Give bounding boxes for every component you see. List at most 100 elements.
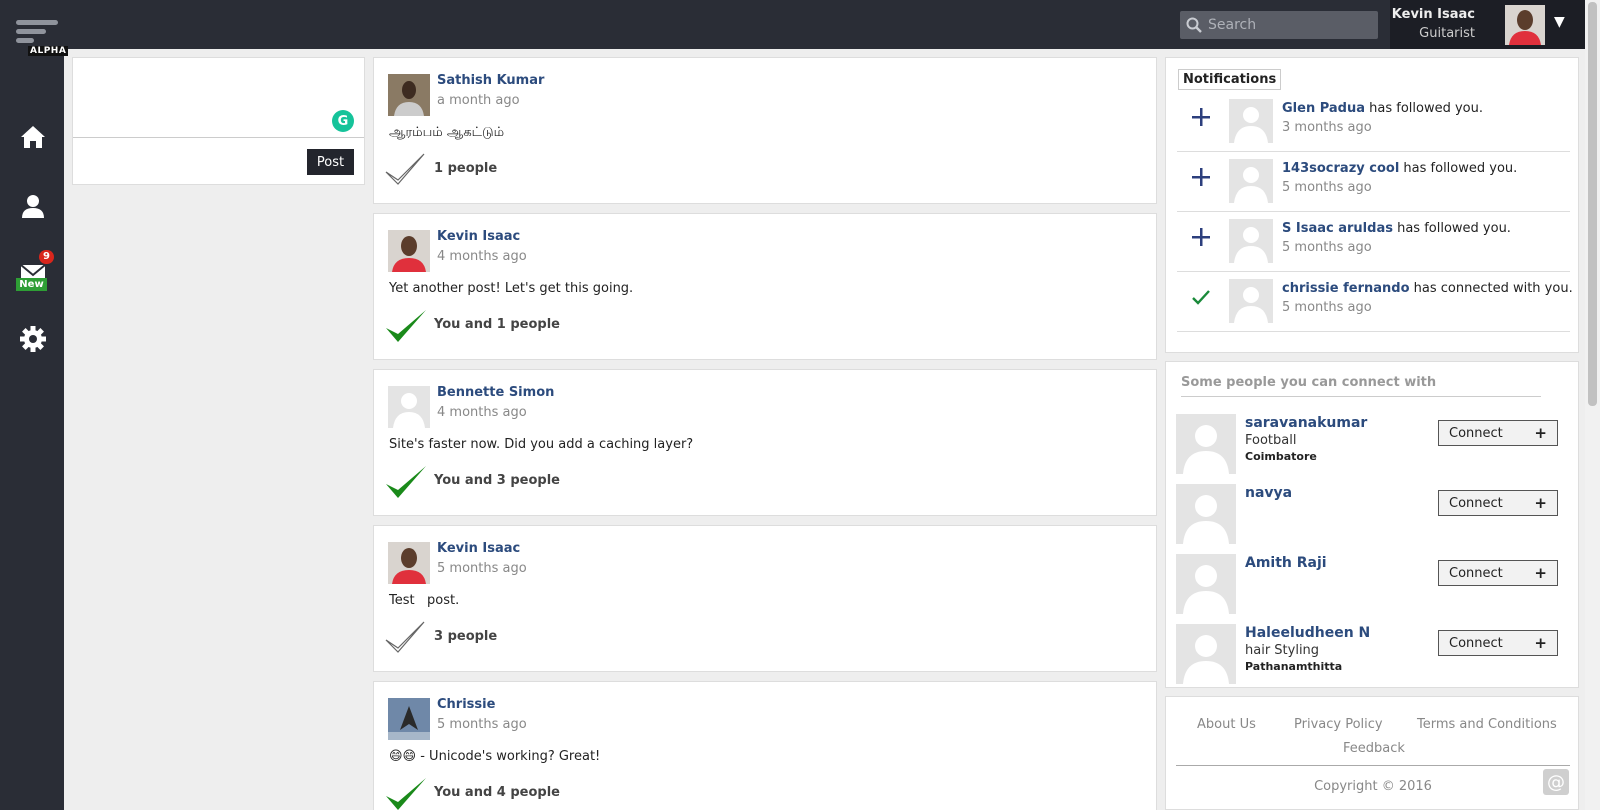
- post-body: ஆரம்பம் ஆகட்டும்: [389, 125, 505, 140]
- connect-button[interactable]: Connect +: [1438, 420, 1558, 446]
- connect-button[interactable]: Connect +: [1438, 490, 1558, 516]
- suggestion-name[interactable]: Amith Raji: [1245, 555, 1327, 571]
- suggestion-hobby: hair Styling: [1245, 643, 1320, 658]
- post-author[interactable]: Sathish Kumar: [437, 73, 544, 88]
- suggestion-item: navya Connect +: [1176, 484, 1570, 546]
- home-icon[interactable]: [16, 120, 50, 154]
- dropdown-caret-icon[interactable]: ▼: [1554, 14, 1565, 30]
- terms-link[interactable]: Terms and Conditions: [1417, 717, 1557, 732]
- suggestion-name[interactable]: navya: [1245, 485, 1292, 501]
- connect-check-icon: [1189, 285, 1213, 309]
- post-author[interactable]: Bennette Simon: [437, 385, 554, 400]
- scrollbar[interactable]: [1585, 0, 1600, 810]
- post-textarea[interactable]: [73, 58, 364, 138]
- default-avatar-icon[interactable]: [388, 386, 430, 428]
- scrollbar-thumb[interactable]: [1588, 2, 1597, 406]
- app-logo[interactable]: ALPHA: [16, 18, 69, 58]
- notification-user[interactable]: 143socrazy cool: [1282, 161, 1399, 176]
- like-count: You and 3 people: [434, 473, 560, 488]
- notification-item[interactable]: chrissie fernando has connected with you…: [1177, 271, 1573, 332]
- feedback-link[interactable]: Feedback: [1343, 741, 1405, 756]
- grammarly-icon[interactable]: G: [332, 110, 354, 132]
- default-avatar-icon[interactable]: [1176, 554, 1236, 614]
- default-avatar-icon[interactable]: [1229, 219, 1273, 263]
- post-time: 5 months ago: [437, 561, 527, 576]
- like-check-icon[interactable]: [384, 152, 428, 188]
- mail-icon[interactable]: 9 New: [16, 250, 54, 291]
- notification-text: chrissie fernando has connected with you…: [1282, 281, 1573, 296]
- like-check-icon[interactable]: [384, 464, 428, 500]
- post-time: a month ago: [437, 93, 520, 108]
- default-avatar-icon[interactable]: [1229, 99, 1273, 143]
- suggestion-item: Haleeludheen N hair Styling Pathanamthit…: [1176, 624, 1570, 686]
- like-count: You and 1 people: [434, 317, 560, 332]
- suggestion-name[interactable]: saravanakumar: [1245, 415, 1367, 431]
- notification-user[interactable]: Glen Padua: [1282, 101, 1365, 116]
- suggestion-name[interactable]: Haleeludheen N: [1245, 625, 1370, 641]
- footer-divider: [1176, 765, 1570, 766]
- notification-user[interactable]: S Isaac aruldas: [1282, 221, 1393, 236]
- post-time: 4 months ago: [437, 249, 527, 264]
- default-avatar-icon[interactable]: [1176, 414, 1236, 474]
- notification-item[interactable]: Glen Padua has followed you. 3 months ag…: [1177, 91, 1570, 152]
- plus-icon: +: [1534, 564, 1547, 582]
- mail-badge: 9: [39, 250, 54, 264]
- post-body: Yet another post! Let's get this going.: [389, 281, 634, 296]
- post-body: 😄😄 - Unicode's working? Great!: [389, 749, 601, 764]
- suggestions-title: Some people you can connect with: [1181, 375, 1541, 397]
- connect-button[interactable]: Connect +: [1438, 560, 1558, 586]
- author-avatar[interactable]: [388, 542, 430, 584]
- feed-post: Chrissie 5 months ago 😄😄 - Unicode's wor…: [373, 681, 1157, 810]
- post-time: 4 months ago: [437, 405, 527, 420]
- gear-icon[interactable]: [16, 322, 50, 356]
- connect-button[interactable]: Connect +: [1438, 630, 1558, 656]
- post-body: Test post.: [389, 593, 460, 608]
- default-avatar-icon[interactable]: [1229, 159, 1273, 203]
- new-tag: New: [16, 278, 47, 291]
- notification-item[interactable]: S Isaac aruldas has followed you. 5 mont…: [1177, 211, 1570, 272]
- post-button[interactable]: Post: [307, 149, 354, 175]
- user-icon[interactable]: [16, 189, 50, 223]
- post-author[interactable]: Chrissie: [437, 697, 495, 712]
- connect-suggestions-panel: Some people you can connect with saravan…: [1165, 361, 1579, 688]
- author-avatar[interactable]: [388, 74, 430, 116]
- post-author[interactable]: Kevin Isaac: [437, 229, 520, 244]
- plus-icon: +: [1534, 424, 1547, 442]
- suggestion-location: Coimbatore: [1245, 450, 1317, 463]
- author-avatar[interactable]: [388, 698, 430, 740]
- user-role: Guitarist: [1419, 26, 1475, 41]
- default-avatar-icon[interactable]: [1229, 279, 1273, 323]
- plus-icon: +: [1534, 634, 1547, 652]
- like-check-icon[interactable]: [384, 620, 428, 656]
- post-author[interactable]: Kevin Isaac: [437, 541, 520, 556]
- notification-text: Glen Padua has followed you.: [1282, 101, 1483, 116]
- default-avatar-icon[interactable]: [1176, 484, 1236, 544]
- like-check-icon[interactable]: [384, 776, 428, 810]
- notification-text: 143socrazy cool has followed you.: [1282, 161, 1518, 176]
- plus-icon: +: [1534, 494, 1547, 512]
- author-avatar[interactable]: [388, 230, 430, 272]
- suggestion-item: Amith Raji Connect +: [1176, 554, 1570, 616]
- user-name: Kevin Isaac: [1391, 7, 1475, 22]
- search-icon: [1180, 17, 1208, 33]
- follow-plus-icon: [1189, 105, 1213, 129]
- privacy-link[interactable]: Privacy Policy: [1294, 717, 1383, 732]
- search-box[interactable]: [1180, 11, 1378, 39]
- user-avatar[interactable]: [1505, 5, 1545, 45]
- suggestion-hobby: Football: [1245, 433, 1297, 448]
- sidebar: ALPHA 9 New: [0, 0, 69, 810]
- about-link[interactable]: About Us: [1197, 717, 1256, 732]
- default-avatar-icon[interactable]: [1176, 624, 1236, 684]
- notification-user[interactable]: chrissie fernando: [1282, 281, 1410, 296]
- user-menu[interactable]: Kevin Isaac Guitarist ▼: [1390, 0, 1585, 49]
- search-input[interactable]: [1208, 17, 1368, 33]
- notification-item[interactable]: 143socrazy cool has followed you. 5 mont…: [1177, 151, 1570, 212]
- notification-time: 3 months ago: [1282, 120, 1372, 135]
- footer-panel: About Us Privacy Policy Terms and Condit…: [1165, 696, 1579, 810]
- suggestion-location: Pathanamthitta: [1245, 660, 1343, 673]
- at-icon[interactable]: @: [1543, 769, 1569, 795]
- like-check-icon[interactable]: [384, 308, 428, 344]
- like-count: You and 4 people: [434, 785, 560, 800]
- feed-post: Bennette Simon 4 months ago Site's faste…: [373, 369, 1157, 516]
- follow-plus-icon: [1189, 165, 1213, 189]
